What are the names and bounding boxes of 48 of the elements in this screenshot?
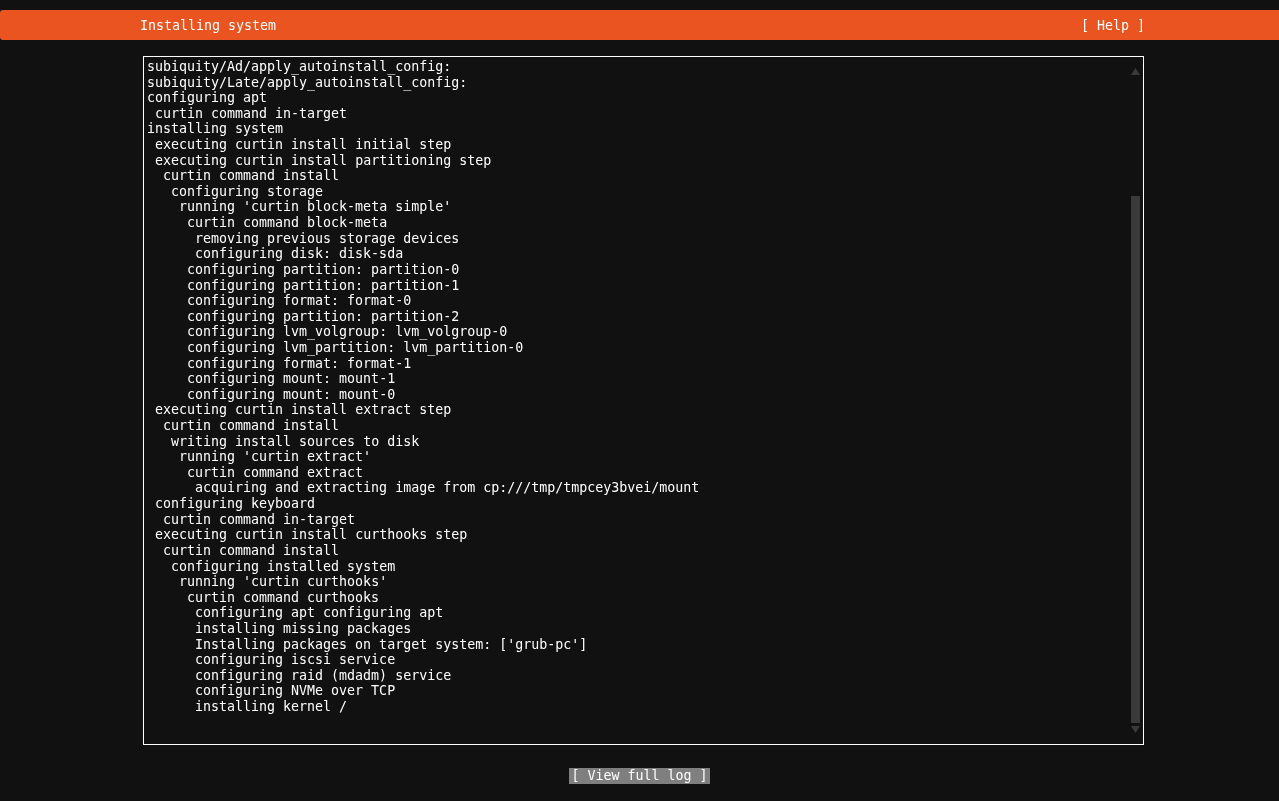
log-line: configuring lvm_volgroup: lvm_volgroup-0 (187, 324, 508, 340)
log-line: configuring storage (171, 183, 324, 199)
view-full-log-button[interactable]: [ View full log ] (569, 768, 710, 784)
log-line: curtin command install (163, 542, 340, 558)
log-line: configuring keyboard (155, 496, 316, 512)
log-line: configuring iscsi service (195, 652, 396, 668)
scroll-up-icon[interactable] (1130, 68, 1140, 75)
log-line: curtin command install (163, 168, 340, 184)
log-line: curtin command in-target (155, 105, 348, 121)
help-button[interactable]: [ Help ] (1080, 17, 1145, 33)
log-line: curtin command install (163, 418, 340, 433)
log-line: configuring format: format-1 (187, 355, 412, 371)
log-line: executing curtin install curthooks step (155, 527, 468, 543)
log-line: configuring mount: mount-1 (187, 371, 396, 387)
scroll-down-icon[interactable] (1130, 726, 1140, 733)
log-line: configuring apt configuring apt (195, 605, 444, 621)
log-line: subiquity/Ad/apply_autoinstall_config: (147, 59, 452, 74)
log-line: Installing packages on target system: ['grub-pc'] (195, 636, 588, 652)
log-line: configuring mount: mount-0 (187, 386, 396, 402)
log-line: executing curtin install initial step (155, 137, 452, 153)
log-line: configuring format: format-0 (187, 293, 412, 309)
log-line: configuring partition: partition-0 (187, 261, 460, 277)
log-line: configuring partition: partition-2 (187, 308, 460, 324)
log-line: running 'curtin block-meta simple' (179, 199, 452, 215)
screen-title: Installing system (140, 17, 277, 33)
log-line: curtin command in-target (163, 511, 356, 527)
log-line: configuring raid (mdadm) service (195, 667, 452, 683)
log-line: installing kernel / (195, 699, 348, 714)
log-line: installing system (147, 121, 284, 137)
log-line: configuring apt (147, 90, 268, 106)
log-line: running 'curtin curthooks' (179, 574, 388, 590)
log-line: subiquity/Late/apply_autoinstall_config: (147, 74, 468, 90)
log-line: executing curtin install partitioning step (155, 152, 492, 168)
log-line: curtin command block-meta (187, 215, 388, 231)
log-line: acquiring and extracting image from cp:///tmp/tmpcey3bvei/mount (195, 480, 700, 496)
log-line: curtin command curthooks (187, 589, 380, 605)
log-line: configuring lvm_partition: lvm_partition-0 (187, 339, 524, 355)
log-line: running 'curtin extract' (179, 449, 372, 465)
log-line: configuring partition: partition-1 (187, 277, 460, 293)
scrollbar-thumb[interactable] (1130, 196, 1140, 723)
log-line: configuring disk: disk-sda (195, 246, 404, 262)
log-line: executing curtin install extract step (155, 402, 452, 418)
log-line: installing missing packages (195, 620, 412, 636)
log-line: writing install sources to disk (171, 433, 420, 449)
log-line: configuring NVMe over TCP (195, 683, 396, 699)
log-line: removing previous storage devices (195, 230, 460, 246)
log-line: configuring installed system (171, 558, 396, 574)
log-line: curtin command extract (187, 464, 364, 480)
